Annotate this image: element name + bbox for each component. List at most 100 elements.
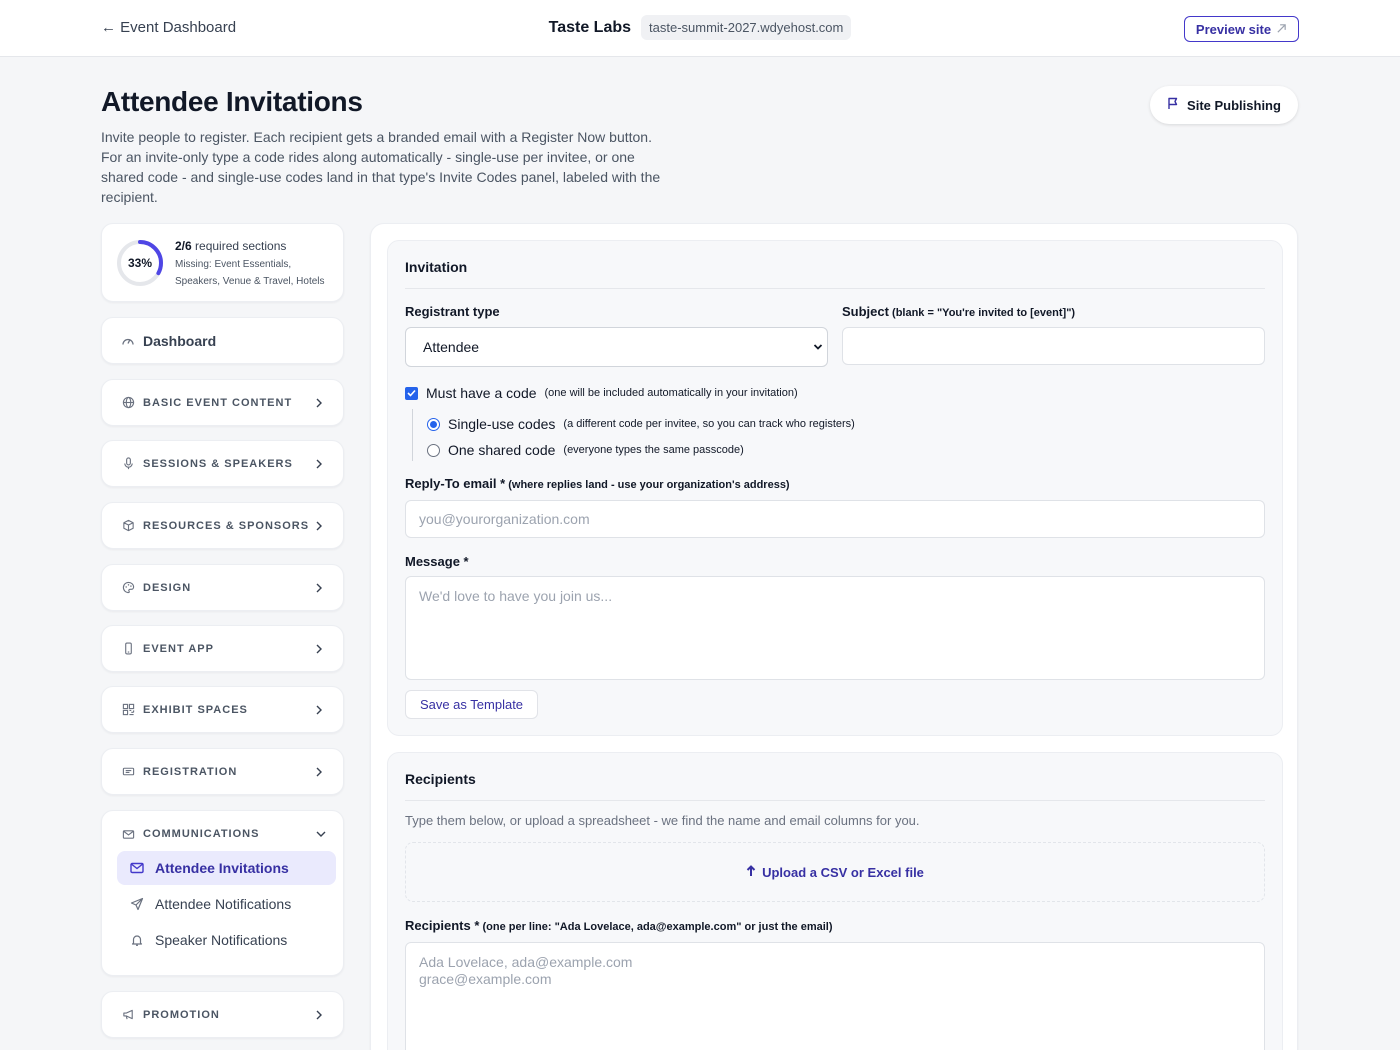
registrant-type-value: Attendee bbox=[423, 339, 480, 355]
subject-input[interactable] bbox=[842, 327, 1265, 365]
microphone-icon bbox=[121, 457, 135, 471]
sidebar-item-label: Dashboard bbox=[143, 332, 217, 349]
reply-to-hint: (where replies land - use your organizat… bbox=[505, 479, 790, 491]
reply-to-label-text: Reply-To email * bbox=[405, 476, 506, 491]
upload-label: Upload a CSV or Excel file bbox=[762, 864, 924, 880]
progress-percent: 33% bbox=[127, 256, 153, 270]
shared-code-radio[interactable] bbox=[427, 443, 440, 457]
save-as-template-button[interactable]: Save as Template bbox=[405, 690, 538, 719]
subject-hint: (blank = "You're invited to [event]") bbox=[888, 307, 1076, 319]
top-bar: ← Event Dashboard Taste Labs taste-summi… bbox=[0, 0, 1400, 57]
upload-file-dropzone[interactable]: Upload a CSV or Excel file bbox=[405, 842, 1265, 902]
progress-count-suffix: required sections bbox=[191, 239, 287, 253]
chevron-right-icon bbox=[314, 644, 324, 654]
sidebar-item-design[interactable]: DESIGN bbox=[101, 564, 344, 611]
sidebar-item-event-app[interactable]: EVENT APP bbox=[101, 625, 344, 672]
progress-card: 33% 2/6 required sections Missing: Event… bbox=[101, 223, 344, 302]
preview-site-button[interactable]: Preview site bbox=[1184, 16, 1299, 42]
main-panel: Invitation Registrant type Attendee Subj… bbox=[370, 223, 1298, 1050]
sidebar-item-label: Attendee Notifications bbox=[155, 896, 292, 912]
sidebar-item-promotion[interactable]: PROMOTION bbox=[101, 991, 344, 1038]
single-use-codes-hint: (a different code per invitee, so you ca… bbox=[563, 418, 855, 430]
progress-count: 2/6 bbox=[175, 239, 192, 253]
sidebar-item-speaker-notifications[interactable]: Speaker Notifications bbox=[117, 923, 336, 957]
page-description: Invite people to register. Each recipien… bbox=[101, 129, 661, 205]
recipients-textarea[interactable] bbox=[405, 942, 1265, 1050]
sidebar-item-label: EVENT APP bbox=[143, 642, 214, 655]
chevron-down-icon bbox=[812, 340, 824, 357]
palette-icon bbox=[121, 581, 135, 595]
sidebar-item-resources-sponsors[interactable]: RESOURCES & SPONSORS bbox=[101, 502, 344, 549]
chevron-right-icon bbox=[314, 767, 324, 777]
ticket-icon bbox=[121, 765, 135, 779]
sidebar-item-registration[interactable]: REGISTRATION bbox=[101, 748, 344, 795]
grid-icon bbox=[121, 703, 135, 717]
mail-icon bbox=[121, 827, 135, 841]
must-have-code-checkbox[interactable] bbox=[405, 386, 418, 400]
subject-label: Subject (blank = "You're invited to [eve… bbox=[842, 304, 1075, 319]
chevron-right-icon bbox=[314, 521, 324, 531]
progress-missing: Missing: Event Essentials, Speakers, Ven… bbox=[175, 259, 325, 287]
registrant-type-select[interactable]: Attendee bbox=[405, 327, 828, 367]
sidebar-item-label: BASIC EVENT CONTENT bbox=[143, 396, 293, 409]
sidebar-item-label: SESSIONS & SPEAKERS bbox=[143, 457, 293, 470]
sidebar-item-basic-event-content[interactable]: BASIC EVENT CONTENT bbox=[101, 379, 344, 426]
subject-label-text: Subject bbox=[842, 304, 889, 319]
site-domain: taste-summit-2027.wdyehost.com bbox=[641, 15, 852, 40]
reply-to-email-input[interactable] bbox=[405, 500, 1265, 538]
chevron-right-icon bbox=[314, 705, 324, 715]
preview-site-label: Preview site bbox=[1195, 21, 1272, 37]
sidebar-item-sessions-speakers[interactable]: SESSIONS & SPEAKERS bbox=[101, 440, 344, 487]
invitation-section: Invitation Registrant type Attendee Subj… bbox=[387, 240, 1283, 736]
single-use-codes-row: Single-use codes (a different code per i… bbox=[427, 416, 855, 432]
must-have-code-hint: (one will be included automatically in y… bbox=[544, 387, 798, 399]
single-use-codes-label: Single-use codes bbox=[448, 416, 556, 432]
flag-icon bbox=[1167, 97, 1179, 113]
phone-icon bbox=[121, 642, 135, 656]
gauge-icon bbox=[121, 334, 135, 348]
sidebar-item-label: Attendee Invitations bbox=[155, 860, 289, 876]
section-title: Recipients bbox=[405, 771, 476, 787]
must-have-code-row: Must have a code (one will be included a… bbox=[405, 385, 798, 401]
divider bbox=[405, 800, 1265, 801]
external-link-icon bbox=[1276, 22, 1287, 37]
chevron-right-icon bbox=[314, 583, 324, 593]
chevron-right-icon bbox=[314, 398, 324, 408]
divider bbox=[405, 288, 1265, 289]
recipients-label: Recipients * (one per line: "Ada Lovelac… bbox=[405, 918, 833, 933]
chevron-right-icon bbox=[314, 1010, 324, 1020]
sidebar-item-label: RESOURCES & SPONSORS bbox=[143, 519, 310, 532]
site-publishing-label: Site Publishing bbox=[1187, 97, 1281, 113]
site-publishing-button[interactable]: Site Publishing bbox=[1150, 86, 1298, 124]
sidebar-item-dashboard[interactable]: Dashboard bbox=[101, 317, 344, 364]
must-have-code-label: Must have a code bbox=[426, 385, 537, 401]
sidebar-item-label: COMMUNICATIONS bbox=[143, 828, 260, 840]
section-title: Invitation bbox=[405, 259, 468, 275]
recipients-hint: (one per line: "Ada Lovelace, ada@exampl… bbox=[479, 921, 833, 933]
shared-code-label: One shared code bbox=[448, 442, 556, 458]
chevron-right-icon bbox=[314, 459, 324, 469]
code-options-rule bbox=[412, 409, 413, 461]
mail-icon bbox=[129, 860, 145, 876]
megaphone-icon bbox=[121, 1008, 135, 1022]
sidebar-item-label: PROMOTION bbox=[143, 1008, 220, 1021]
message-label: Message * bbox=[405, 554, 469, 569]
progress-summary: 2/6 required sections bbox=[175, 239, 286, 253]
send-icon bbox=[129, 896, 145, 912]
upload-arrow-icon bbox=[746, 864, 756, 880]
recipients-subtitle: Type them below, or upload a spreadsheet… bbox=[405, 813, 920, 828]
sidebar-item-label: REGISTRATION bbox=[143, 765, 238, 778]
box-icon bbox=[121, 519, 135, 533]
sidebar-item-label: DESIGN bbox=[143, 581, 192, 594]
sidebar-item-exhibit-spaces[interactable]: EXHIBIT SPACES bbox=[101, 686, 344, 733]
brand-name: Taste Labs bbox=[548, 18, 632, 36]
sidebar-item-attendee-invitations[interactable]: Attendee Invitations bbox=[117, 851, 336, 885]
single-use-codes-radio[interactable] bbox=[427, 417, 440, 431]
recipients-section: Recipients Type them below, or upload a … bbox=[387, 752, 1283, 1050]
chevron-down-icon bbox=[316, 825, 326, 843]
message-textarea[interactable] bbox=[405, 576, 1265, 680]
sidebar-item-attendee-notifications[interactable]: Attendee Notifications bbox=[117, 887, 336, 921]
bell-icon bbox=[129, 932, 145, 948]
sidebar-section-communications: COMMUNICATIONS Attendee Invitations Atte… bbox=[101, 810, 344, 976]
reply-to-label: Reply-To email * (where replies land - u… bbox=[405, 476, 790, 491]
